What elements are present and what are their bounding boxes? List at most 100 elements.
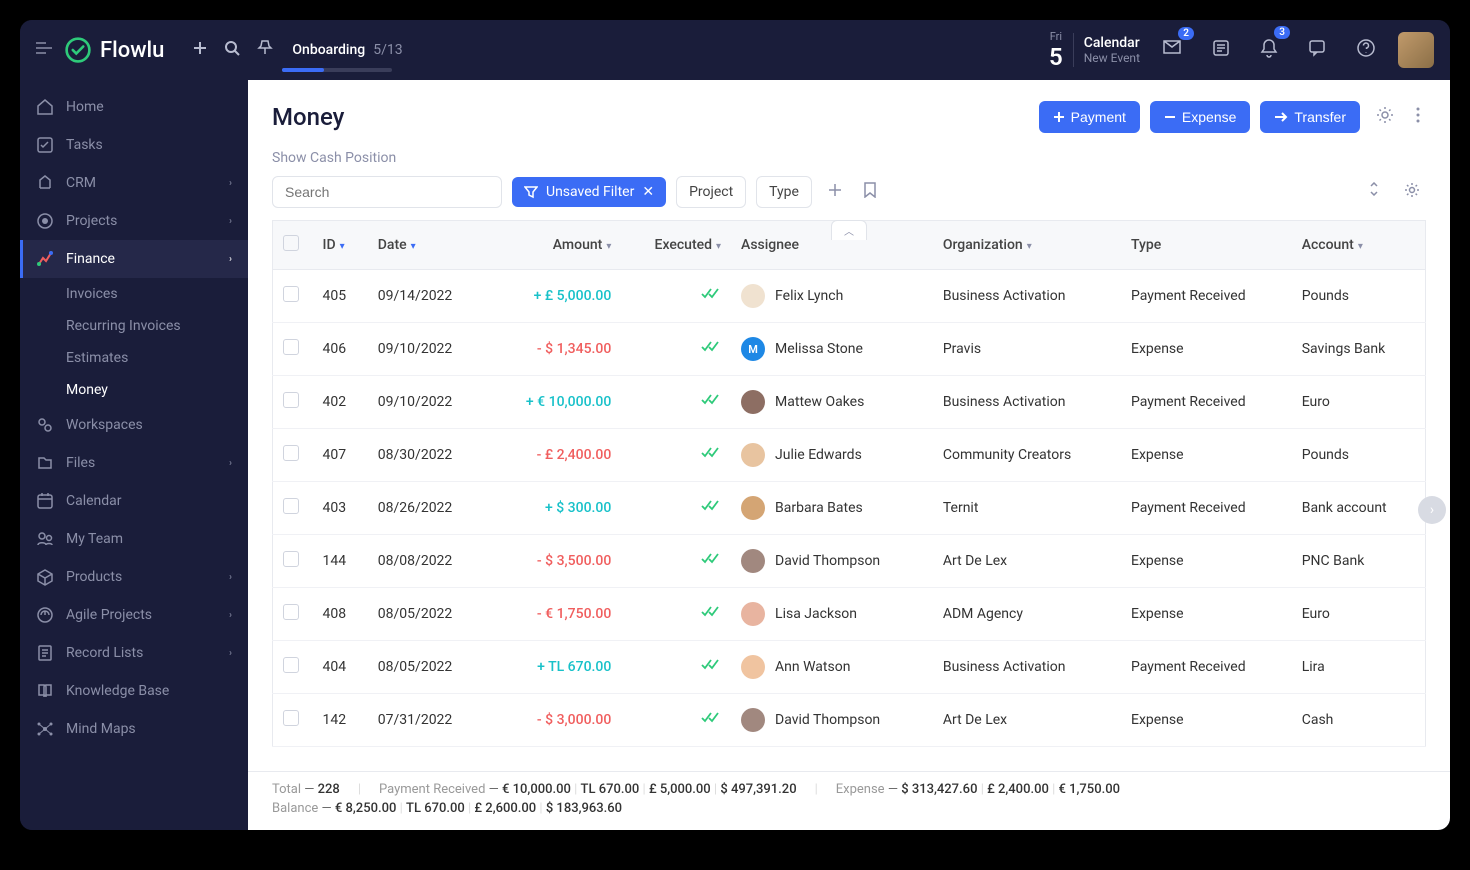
search-input[interactable]	[272, 176, 502, 208]
sidebar-item-record-lists[interactable]: Record Lists›	[20, 634, 248, 672]
sidebar-item-mind-maps[interactable]: Mind Maps	[20, 710, 248, 748]
cell-account: Euro	[1292, 588, 1426, 641]
cell-amount: + € 10,000.00	[488, 376, 622, 429]
table-row[interactable]: 144 08/08/2022 - $ 3,500.00 David Thomps…	[273, 535, 1426, 588]
col-amount[interactable]: Amount▾	[488, 221, 622, 270]
unsaved-filter-chip[interactable]: Unsaved Filter ✕	[512, 177, 666, 207]
sidebar-item-projects[interactable]: Projects›	[20, 202, 248, 240]
search-icon[interactable]	[216, 32, 248, 68]
projects-icon	[36, 212, 54, 230]
table-row[interactable]: 403 08/26/2022 + $ 300.00 Barbara Bates …	[273, 482, 1426, 535]
bell-icon[interactable]: 3	[1252, 30, 1286, 70]
col-executed[interactable]: Executed▾	[621, 221, 731, 270]
cell-assignee: Barbara Bates	[731, 482, 933, 535]
sidebar-subitem-money[interactable]: Money	[20, 374, 248, 406]
row-checkbox[interactable]	[283, 445, 299, 461]
menu-icon[interactable]	[36, 42, 52, 58]
table-row[interactable]: 405 09/14/2022 + £ 5,000.00 Felix Lynch …	[273, 270, 1426, 323]
row-checkbox[interactable]	[283, 657, 299, 673]
row-checkbox[interactable]	[283, 551, 299, 567]
row-checkbox[interactable]	[283, 498, 299, 514]
cell-date: 08/08/2022	[368, 535, 488, 588]
sidebar-item-calendar[interactable]: Calendar	[20, 482, 248, 520]
workspaces-icon	[36, 416, 54, 434]
sidebar-item-crm[interactable]: CRM›	[20, 164, 248, 202]
table-row[interactable]: 404 08/05/2022 + TL 670.00 Ann Watson Bu…	[273, 641, 1426, 694]
row-checkbox[interactable]	[283, 392, 299, 408]
note-icon[interactable]	[1204, 31, 1238, 69]
sidebar-item-finance[interactable]: Finance›	[20, 240, 248, 278]
cell-id: 404	[313, 641, 368, 694]
show-cash-position[interactable]: Show Cash Position	[272, 150, 1426, 166]
type-filter[interactable]: Type	[756, 176, 812, 208]
chevron-right-icon: ›	[229, 610, 232, 621]
row-checkbox[interactable]	[283, 339, 299, 355]
collapse-icon[interactable]	[1362, 176, 1386, 208]
sidebar-subitem-estimates[interactable]: Estimates	[20, 342, 248, 374]
user-avatar[interactable]	[1398, 32, 1434, 68]
table-settings-icon[interactable]	[1398, 176, 1426, 208]
row-checkbox[interactable]	[283, 604, 299, 620]
sidebar-item-tasks[interactable]: Tasks	[20, 126, 248, 164]
agile-icon	[36, 606, 54, 624]
cell-assignee: Julie Edwards	[731, 429, 933, 482]
sidebar-item-products[interactable]: Products›	[20, 558, 248, 596]
add-icon[interactable]	[184, 32, 216, 68]
sidebar-item-my-team[interactable]: My Team	[20, 520, 248, 558]
inbox-icon[interactable]: 2	[1154, 31, 1190, 69]
col-type[interactable]: Type	[1121, 221, 1292, 270]
row-checkbox[interactable]	[283, 286, 299, 302]
collapse-tab[interactable]: ︿	[831, 220, 867, 240]
sidebar-item-workspaces[interactable]: Workspaces	[20, 406, 248, 444]
calendar-widget[interactable]: Fri 5 Calendar New Event	[1049, 30, 1140, 71]
table-row[interactable]: 142 07/31/2022 - $ 3,000.00 David Thomps…	[273, 694, 1426, 747]
table-row[interactable]: 408 08/05/2022 - € 1,750.00 Lisa Jackson…	[273, 588, 1426, 641]
sidebar-subitem-recurring-invoices[interactable]: Recurring Invoices	[20, 310, 248, 342]
bell-badge: 3	[1274, 26, 1290, 39]
sidebar-item-knowledge-base[interactable]: Knowledge Base	[20, 672, 248, 710]
project-filter[interactable]: Project	[676, 176, 746, 208]
onboarding-widget[interactable]: Onboarding 5/13	[292, 42, 402, 58]
bookmark-icon[interactable]	[858, 176, 882, 208]
sidebar-item-label: Record Lists	[66, 645, 143, 661]
cell-type: Expense	[1121, 535, 1292, 588]
sidebar-item-label: Home	[66, 99, 104, 115]
add-filter-icon[interactable]	[822, 177, 848, 207]
mindmaps-icon	[36, 720, 54, 738]
cell-type: Payment Received	[1121, 376, 1292, 429]
sidebar-item-home[interactable]: Home	[20, 88, 248, 126]
cal-title: Calendar	[1084, 35, 1140, 51]
logo[interactable]: Flowlu	[64, 36, 164, 64]
cell-type: Expense	[1121, 429, 1292, 482]
payment-button[interactable]: Payment	[1039, 101, 1140, 133]
col-date[interactable]: Date▾	[368, 221, 488, 270]
chat-icon[interactable]	[1300, 31, 1334, 69]
expense-button[interactable]: Expense	[1150, 101, 1250, 133]
scroll-right-icon[interactable]: ›	[1418, 496, 1446, 524]
settings-icon[interactable]	[1370, 100, 1400, 134]
cell-assignee: Lisa Jackson	[731, 588, 933, 641]
pin-icon[interactable]	[248, 31, 282, 69]
col-organization[interactable]: Organization▾	[933, 221, 1121, 270]
col-id[interactable]: ID▾	[313, 221, 368, 270]
sidebar-subitem-invoices[interactable]: Invoices	[20, 278, 248, 310]
cell-account: Bank account	[1292, 482, 1426, 535]
tasks-icon	[36, 136, 54, 154]
col-account[interactable]: Account▾	[1292, 221, 1426, 270]
close-icon[interactable]: ✕	[642, 184, 654, 200]
sidebar-item-files[interactable]: Files›	[20, 444, 248, 482]
executed-check-icon	[701, 606, 721, 622]
select-all-checkbox[interactable]	[283, 235, 299, 251]
row-checkbox[interactable]	[283, 710, 299, 726]
help-icon[interactable]	[1348, 30, 1384, 70]
sidebar-item-agile-projects[interactable]: Agile Projects›	[20, 596, 248, 634]
table-row[interactable]: 402 09/10/2022 + € 10,000.00 Mattew Oake…	[273, 376, 1426, 429]
sidebar-item-label: Tasks	[66, 137, 103, 153]
sidebar-item-label: Projects	[66, 213, 117, 229]
transfer-button[interactable]: Transfer	[1260, 101, 1360, 133]
cell-executed	[621, 429, 731, 482]
table-row[interactable]: 406 09/10/2022 - $ 1,345.00 MMelissa Sto…	[273, 323, 1426, 376]
cell-amount: - $ 3,500.00	[488, 535, 622, 588]
more-icon[interactable]	[1410, 101, 1426, 133]
table-row[interactable]: 407 08/30/2022 - £ 2,400.00 Julie Edward…	[273, 429, 1426, 482]
